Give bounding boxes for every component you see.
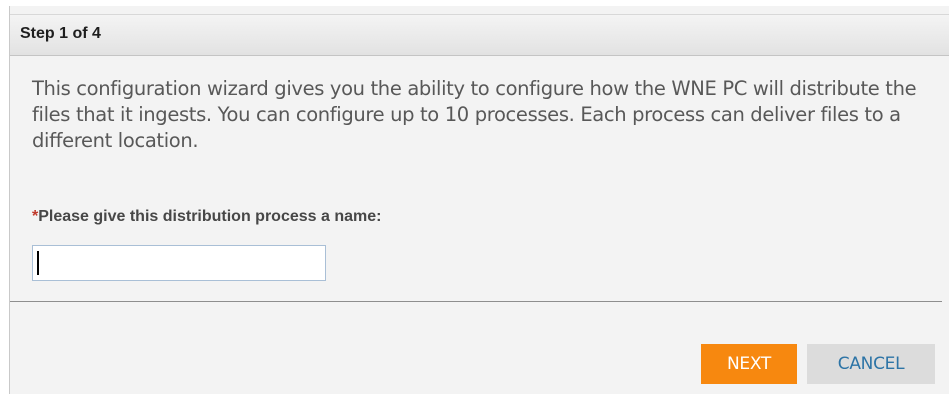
wizard-dialog: Step 1 of 4 This configuration wizard gi… [9, 6, 949, 394]
process-name-input[interactable] [32, 245, 326, 281]
process-name-label-text: Please give this distribution process a … [38, 208, 382, 225]
next-button[interactable]: NEXT [701, 344, 797, 384]
process-name-label: *Please give this distribution process a… [32, 208, 381, 226]
wizard-description: This configuration wizard gives you the … [32, 77, 917, 152]
footer-divider [10, 301, 942, 302]
wizard-header: Step 1 of 4 [10, 14, 949, 56]
step-indicator: Step 1 of 4 [20, 25, 101, 42]
cancel-button[interactable]: CANCEL [807, 344, 935, 384]
text-caret [37, 251, 39, 275]
